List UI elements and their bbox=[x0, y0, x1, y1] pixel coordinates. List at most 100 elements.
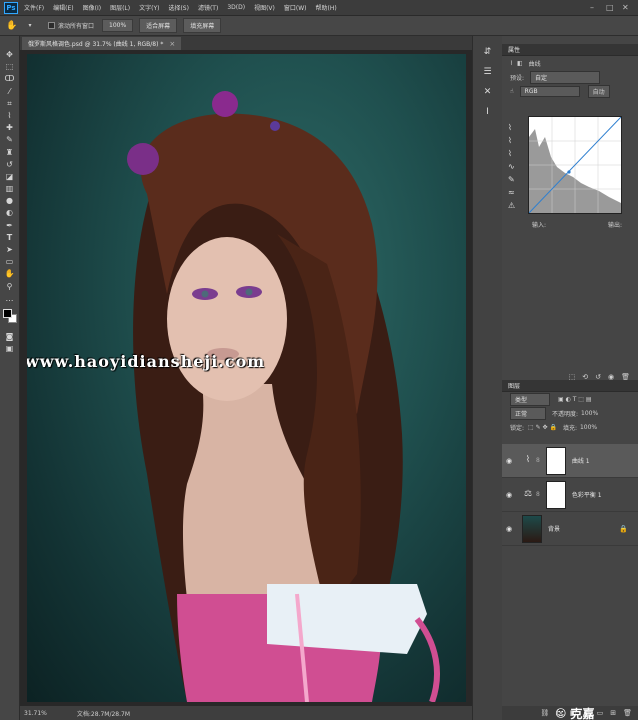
layer-mask-thumbnail[interactable] bbox=[545, 480, 566, 509]
scroll-all-windows-checkbox[interactable] bbox=[48, 22, 55, 29]
opacity-value[interactable]: 100% bbox=[581, 410, 598, 417]
blend-mode-dropdown[interactable]: 正常 bbox=[510, 406, 546, 420]
white-point-eyedropper-icon[interactable]: ⌇ bbox=[508, 148, 520, 160]
channel-row: ☝ RGB 自动 bbox=[502, 84, 638, 98]
menu-window[interactable]: 窗口(W) bbox=[284, 3, 307, 12]
smooth-curve-icon[interactable]: ≈ bbox=[508, 187, 520, 199]
history-panel-icon[interactable]: ⇵ bbox=[484, 46, 492, 58]
link-layers-icon[interactable]: ⛓ bbox=[540, 709, 549, 717]
history-brush-tool-icon[interactable]: ↺ bbox=[3, 160, 17, 170]
layer-filter-row: 类型 ▣ ◐ T ⬚ ▤ bbox=[502, 392, 638, 406]
layer-name[interactable]: 背景 bbox=[548, 524, 560, 533]
eyedropper-tool-icon[interactable]: ⌇ bbox=[3, 111, 17, 121]
menu-edit[interactable]: 编辑(E) bbox=[53, 3, 73, 12]
photo-canvas[interactable]: www.haoyidiansheji.com bbox=[27, 54, 466, 702]
gray-point-eyedropper-icon[interactable]: ⌇ bbox=[508, 135, 520, 147]
close-document-icon[interactable]: × bbox=[169, 40, 175, 48]
draw-curve-icon[interactable]: ✎ bbox=[508, 174, 520, 186]
menu-help[interactable]: 帮助(H) bbox=[316, 3, 337, 12]
blend-row: 正常 不透明度: 100% bbox=[502, 406, 638, 420]
color-swatches[interactable] bbox=[2, 308, 18, 324]
document-tab[interactable]: 俄罗斯风格调色.psd @ 31.7% (曲线 1, RGB/8) * × bbox=[22, 37, 182, 50]
color-balance-layer-icon: ⚖ bbox=[523, 488, 533, 499]
marquee-tool-icon[interactable]: ⬚ bbox=[3, 62, 17, 72]
fill-screen-button[interactable]: 填充屏幕 bbox=[183, 18, 222, 33]
pen-tool-icon[interactable]: ✒ bbox=[3, 221, 17, 231]
channel-dropdown[interactable]: RGB bbox=[519, 85, 580, 97]
black-point-eyedropper-icon[interactable]: ⌇ bbox=[508, 122, 520, 134]
hand-tool-icon[interactable]: ✋ bbox=[6, 20, 18, 32]
adjustments-panel-icon[interactable]: ☰ bbox=[483, 66, 491, 78]
background-layer-thumbnail[interactable] bbox=[522, 514, 542, 543]
path-selection-tool-icon[interactable]: ➤ bbox=[3, 245, 17, 255]
dodge-tool-icon[interactable]: ◐ bbox=[3, 208, 17, 218]
new-layer-icon[interactable]: ⊞ bbox=[610, 709, 616, 717]
canvas-area[interactable]: www.haoyidiansheji.com bbox=[20, 50, 472, 706]
fit-screen-button[interactable]: 适合屏幕 bbox=[139, 18, 178, 33]
preset-row: 预设: 自定 bbox=[502, 70, 638, 84]
layer-name[interactable]: 色彩平衡 1 bbox=[572, 490, 602, 499]
clone-stamp-tool-icon[interactable]: ♜ bbox=[3, 148, 17, 158]
new-group-icon[interactable]: ▭ bbox=[597, 709, 604, 717]
rectangle-tool-icon[interactable]: ▭ bbox=[3, 257, 17, 267]
preset-dropdown[interactable]: 自定 bbox=[530, 70, 601, 84]
filter-icons[interactable]: ▣ ◐ T ⬚ ▤ bbox=[558, 396, 592, 403]
layer-kind-dropdown[interactable]: 类型 bbox=[510, 392, 550, 406]
status-zoom[interactable]: 31.71% bbox=[24, 710, 47, 717]
mask-icon[interactable]: ◧ bbox=[517, 60, 523, 67]
hand-adjust-icon[interactable]: ☝ bbox=[510, 88, 514, 95]
menu-file[interactable]: 文件(F) bbox=[24, 3, 44, 12]
foreground-color-swatch[interactable] bbox=[2, 308, 12, 318]
curves-graph[interactable] bbox=[528, 116, 622, 214]
menu-filter[interactable]: 滤镜(T) bbox=[198, 3, 218, 12]
brush-tool-icon[interactable]: ✎ bbox=[3, 135, 17, 145]
lock-icons[interactable]: ⬚ ✎ ✥ 🔒 bbox=[528, 424, 557, 431]
layer-row-background[interactable]: ◉ 背景 🔒 bbox=[502, 512, 638, 546]
menu-image[interactable]: 图像(I) bbox=[83, 3, 101, 12]
status-doc-size: 文档:28.7M/28.7M bbox=[76, 710, 131, 718]
fill-label: 填充: bbox=[562, 424, 577, 432]
quick-mask-icon[interactable]: ◙ bbox=[3, 332, 17, 342]
zoom-tool-icon[interactable]: ⚲ bbox=[3, 282, 17, 292]
menu-type[interactable]: 文字(Y) bbox=[139, 3, 159, 12]
menu-3d[interactable]: 3D(D) bbox=[227, 4, 245, 11]
close-icon[interactable]: ✕ bbox=[622, 3, 629, 12]
layer-name[interactable]: 曲线 1 bbox=[572, 456, 590, 465]
lock-icon: 🔒 bbox=[619, 524, 628, 533]
more-tools-icon[interactable]: … bbox=[3, 294, 17, 304]
hand-tool-icon[interactable]: ✋ bbox=[3, 269, 17, 279]
fill-value[interactable]: 100% bbox=[580, 424, 597, 431]
layer-mask-thumbnail[interactable] bbox=[545, 446, 566, 475]
quick-select-tool-icon[interactable]: ⁄ bbox=[3, 87, 17, 97]
document-tab-bar: 俄罗斯风格调色.psd @ 31.7% (曲线 1, RGB/8) * × bbox=[20, 36, 472, 50]
panel-icon-strip: ⇵ ☰ ✕ I bbox=[472, 36, 502, 720]
opacity-label: 不透明度: bbox=[552, 410, 579, 418]
layer-row-color-balance[interactable]: ◉ ⚖ 8 色彩平衡 1 bbox=[502, 478, 638, 512]
visibility-eye-icon[interactable]: ◉ bbox=[502, 525, 516, 533]
layer-row-curves[interactable]: ◉ ⌇ 8 曲线 1 bbox=[502, 444, 638, 478]
healing-brush-tool-icon[interactable]: ✚ bbox=[3, 123, 17, 133]
paragraph-panel-icon[interactable]: I bbox=[486, 106, 489, 118]
gradient-tool-icon[interactable]: ▥ bbox=[3, 184, 17, 194]
clipping-warning-icon[interactable]: ⚠ bbox=[508, 200, 520, 212]
menu-select[interactable]: 选择(S) bbox=[168, 3, 189, 12]
tool-preset-arrow-icon[interactable]: ▾ bbox=[24, 20, 36, 32]
delete-layer-icon[interactable]: 🗑 bbox=[623, 709, 632, 717]
zoom-100-button[interactable]: 100% bbox=[102, 19, 134, 32]
type-tool-icon[interactable]: T bbox=[3, 233, 17, 243]
menu-view[interactable]: 视图(V) bbox=[254, 3, 275, 12]
auto-button[interactable]: 自动 bbox=[587, 84, 610, 98]
edit-points-icon[interactable]: ∿ bbox=[508, 161, 520, 173]
visibility-eye-icon[interactable]: ◉ bbox=[502, 457, 516, 465]
tool-presets-icon[interactable]: ✕ bbox=[484, 86, 492, 98]
eraser-tool-icon[interactable]: ◪ bbox=[3, 172, 17, 182]
maximize-icon[interactable]: □ bbox=[606, 3, 614, 12]
crop-tool-icon[interactable]: ⌗ bbox=[3, 99, 17, 109]
lasso-tool-icon[interactable]: ↀ bbox=[3, 74, 17, 84]
visibility-eye-icon[interactable]: ◉ bbox=[502, 491, 516, 499]
blur-tool-icon[interactable]: ● bbox=[3, 196, 17, 206]
screen-mode-icon[interactable]: ▣ bbox=[3, 344, 17, 354]
minimize-icon[interactable]: – bbox=[590, 3, 594, 12]
move-tool-icon[interactable]: ✥ bbox=[3, 50, 17, 60]
menu-layer[interactable]: 图层(L) bbox=[110, 3, 130, 12]
